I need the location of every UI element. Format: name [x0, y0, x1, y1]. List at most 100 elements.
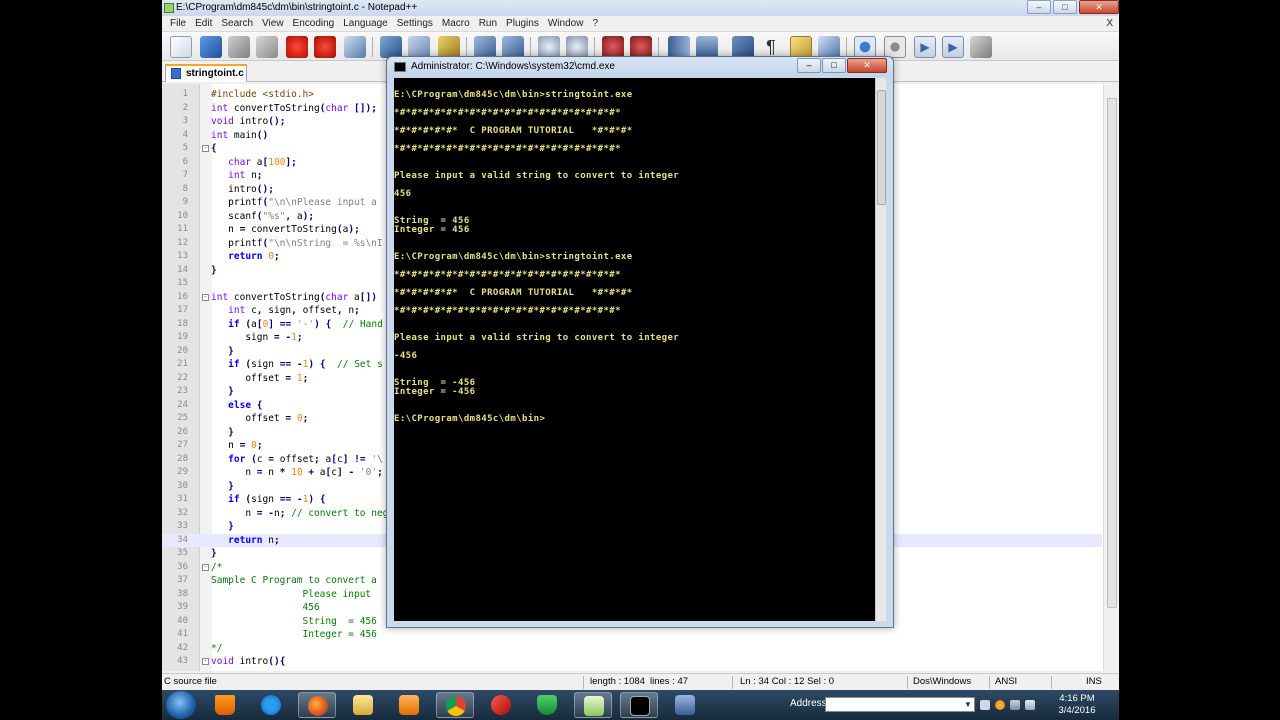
fold-toggle-icon[interactable]: - — [202, 145, 209, 152]
menu-macro[interactable]: Macro — [438, 16, 475, 31]
menu-language[interactable]: Language — [339, 16, 393, 31]
copy-icon[interactable] — [408, 36, 430, 58]
open-file-icon[interactable] — [200, 36, 222, 58]
chevron-down-icon[interactable]: ▼ — [962, 698, 974, 711]
start-orb-icon[interactable] — [166, 691, 196, 719]
sync-vertical-icon[interactable] — [668, 36, 690, 58]
line-number: 5 — [182, 143, 188, 153]
menu-search[interactable]: Search — [217, 16, 258, 31]
explorer-icon[interactable] — [344, 692, 382, 718]
go-arrow-icon[interactable] — [980, 700, 990, 710]
code-text: } — [228, 426, 234, 438]
record-macro-icon[interactable] — [854, 36, 876, 58]
save-app-icon[interactable] — [666, 692, 704, 718]
code-line[interactable]: 41 Integer = 456 — [162, 628, 1102, 642]
code-text: Sample C Program to convert a — [211, 575, 377, 586]
editor-vertical-scrollbar[interactable] — [1103, 84, 1119, 671]
word-wrap-icon[interactable] — [732, 36, 754, 58]
run-macro-multiple-icon[interactable]: ▶ — [942, 36, 964, 58]
line-number: 26 — [177, 426, 188, 437]
fold-toggle-icon[interactable]: - — [202, 293, 209, 301]
replace-icon[interactable] — [566, 36, 588, 58]
vlc-icon[interactable] — [206, 692, 244, 718]
cmd-vertical-scrollbar[interactable] — [875, 78, 886, 621]
play-macro-icon[interactable]: ▶ — [914, 36, 936, 58]
code-text: int convertToString(char []); — [211, 102, 377, 114]
shield-app-icon[interactable] — [528, 692, 566, 718]
cmd-maximize-button[interactable]: □ — [822, 58, 846, 73]
fold-toggle-icon[interactable]: - — [202, 658, 209, 665]
console-line: *#*#*#*#*#*#*#*#*#*#*#*#*#*#*#*#*#*#*#* — [394, 108, 621, 118]
save-macro-icon[interactable] — [970, 36, 992, 58]
code-text: } — [211, 548, 217, 559]
sync-horizontal-icon[interactable] — [696, 36, 718, 58]
code-line[interactable]: 43 - void intro(){ — [162, 655, 1102, 669]
save-all-icon[interactable] — [256, 36, 278, 58]
red-app-icon[interactable] — [482, 692, 520, 718]
line-number: 3 — [182, 116, 188, 126]
console-line: E:\CProgram\dm845c\dm\bin> — [394, 414, 546, 424]
cmd-close-button[interactable]: ✕ — [847, 58, 887, 73]
minimize-button[interactable]: – — [1027, 0, 1051, 14]
redo-icon[interactable] — [502, 36, 524, 58]
print-icon[interactable] — [344, 36, 366, 58]
notepadpp-icon[interactable] — [574, 692, 612, 718]
maximize-button[interactable]: □ — [1053, 0, 1077, 14]
tray-orange-icon[interactable] — [995, 700, 1005, 710]
menu-plugins[interactable]: Plugins — [502, 16, 544, 31]
menu-help[interactable]: ? — [588, 16, 603, 31]
close-button[interactable]: ✕ — [1079, 0, 1119, 14]
menu-view[interactable]: View — [258, 16, 289, 31]
menu-file[interactable]: File — [166, 16, 191, 31]
chrome-icon[interactable] — [436, 692, 474, 718]
clock-time: 4:16 PM — [1059, 693, 1095, 704]
undo-icon[interactable] — [474, 36, 496, 58]
find-icon[interactable] — [538, 36, 560, 58]
show-all-chars-icon[interactable]: ¶ — [760, 36, 782, 58]
address-input[interactable]: ▼ — [825, 697, 975, 712]
cmd-scrollbar-thumb[interactable] — [877, 90, 886, 205]
zoom-in-icon[interactable] — [602, 36, 624, 58]
menu-run[interactable]: Run — [475, 16, 502, 31]
paste-icon[interactable] — [438, 36, 460, 58]
code-text: } — [228, 521, 234, 532]
close-file-icon[interactable] — [286, 36, 308, 58]
media-player-icon[interactable] — [390, 692, 428, 718]
console-output[interactable]: E:\CProgram\dm845c\dm\bin>stringtoint.ex… — [394, 78, 877, 621]
npp-titlebar[interactable]: E:\CProgram\dm845c\dm\bin\stringtoint.c … — [162, 0, 1119, 16]
code-text: n = convertToString(a); — [211, 224, 360, 235]
code-text: } — [228, 386, 234, 397]
close-all-icon[interactable] — [314, 36, 336, 58]
menu-window[interactable]: Window — [544, 16, 589, 31]
ie-icon[interactable] — [252, 692, 290, 718]
code-text: if (a[0] == '-') { // Hand — [228, 318, 383, 330]
taskbar-clock[interactable]: 4:16 PM 3/4/2016 — [1047, 693, 1107, 717]
fold-toggle-icon[interactable]: - — [202, 563, 209, 571]
cmd-icon[interactable] — [620, 692, 658, 718]
line-number: 41 — [177, 629, 188, 639]
zoom-out-icon[interactable] — [630, 36, 652, 58]
code-text: return 0; — [228, 251, 280, 262]
stop-macro-icon[interactable] — [884, 36, 906, 58]
cmd-minimize-button[interactable]: – — [797, 58, 821, 73]
new-file-icon[interactable] — [170, 36, 192, 58]
cut-icon[interactable] — [380, 36, 402, 58]
menu-edit[interactable]: Edit — [191, 16, 217, 31]
code-text: */ — [211, 642, 223, 654]
indent-guide-icon[interactable] — [790, 36, 812, 58]
user-lang-icon[interactable] — [818, 36, 840, 58]
line-number: 4 — [182, 129, 188, 140]
firefox-icon[interactable] — [298, 692, 336, 718]
tray-volume-icon[interactable] — [1025, 700, 1035, 710]
save-icon[interactable] — [228, 36, 250, 58]
scrollbar-thumb[interactable] — [1107, 98, 1117, 608]
tray-network-icon[interactable] — [1010, 700, 1020, 710]
cmd-titlebar[interactable]: Administrator: C:\Windows\system32\cmd.e… — [387, 57, 893, 77]
tab-stringtoint[interactable]: stringtoint.c — [165, 64, 247, 82]
code-line[interactable]: 42 */ — [162, 642, 1102, 656]
menu-close-doc[interactable]: X — [1102, 16, 1119, 31]
line-number: 27 — [177, 440, 188, 450]
code-text: int c, sign, offset, n; — [228, 305, 360, 316]
menu-encoding[interactable]: Encoding — [289, 16, 340, 31]
menu-settings[interactable]: Settings — [393, 16, 438, 31]
